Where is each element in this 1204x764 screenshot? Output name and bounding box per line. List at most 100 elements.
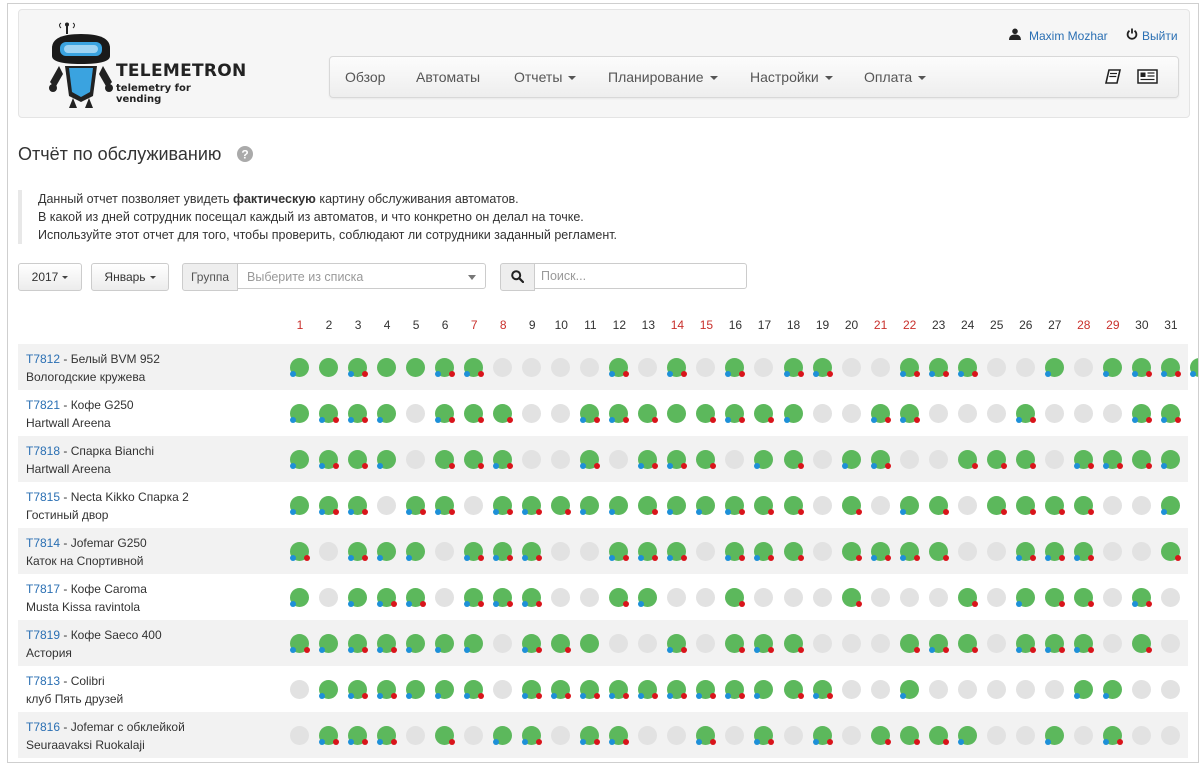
visit-indicator[interactable] [638, 588, 662, 612]
visit-indicator[interactable] [1160, 450, 1185, 474]
visit-indicator[interactable] [667, 358, 691, 382]
visit-indicator[interactable] [638, 450, 662, 474]
no-visit-indicator[interactable] [957, 496, 982, 520]
no-visit-indicator[interactable] [696, 634, 720, 658]
visit-indicator[interactable] [609, 404, 633, 428]
no-visit-indicator[interactable] [696, 358, 720, 382]
visit-indicator[interactable] [725, 542, 749, 566]
visit-indicator[interactable] [754, 680, 778, 704]
no-visit-indicator[interactable] [1015, 358, 1040, 382]
visit-indicator[interactable] [319, 680, 343, 704]
visit-indicator[interactable] [580, 680, 604, 704]
visit-indicator[interactable] [1015, 496, 1040, 520]
no-visit-indicator[interactable] [580, 358, 604, 382]
no-visit-indicator[interactable] [957, 404, 982, 428]
no-visit-indicator[interactable] [551, 450, 575, 474]
visit-indicator[interactable] [928, 726, 953, 750]
no-visit-indicator[interactable] [551, 358, 575, 382]
visit-indicator[interactable] [638, 404, 662, 428]
no-visit-indicator[interactable] [1102, 496, 1127, 520]
no-visit-indicator[interactable] [725, 450, 749, 474]
visit-indicator[interactable] [899, 542, 924, 566]
no-visit-indicator[interactable] [290, 680, 314, 704]
visit-indicator[interactable] [406, 542, 430, 566]
machine-id-link[interactable]: T7812 [26, 352, 60, 366]
visit-indicator[interactable] [1073, 588, 1098, 612]
visit-indicator[interactable] [493, 404, 517, 428]
search-input[interactable] [534, 263, 747, 289]
no-visit-indicator[interactable] [638, 634, 662, 658]
visit-indicator[interactable] [725, 680, 749, 704]
visit-indicator[interactable] [667, 450, 691, 474]
visit-indicator[interactable] [1044, 588, 1069, 612]
no-visit-indicator[interactable] [435, 542, 459, 566]
visit-indicator[interactable] [1044, 634, 1069, 658]
visit-indicator[interactable] [580, 496, 604, 520]
visit-indicator[interactable] [464, 588, 488, 612]
no-visit-indicator[interactable] [1131, 496, 1156, 520]
visit-indicator[interactable] [841, 450, 866, 474]
visit-indicator[interactable] [435, 680, 459, 704]
nav-planning[interactable]: Планирование [608, 57, 718, 97]
no-visit-indicator[interactable] [725, 726, 749, 750]
visit-indicator[interactable] [290, 450, 314, 474]
no-visit-indicator[interactable] [754, 358, 778, 382]
no-visit-indicator[interactable] [667, 726, 691, 750]
visit-indicator[interactable] [928, 634, 953, 658]
no-visit-indicator[interactable] [841, 404, 866, 428]
no-visit-indicator[interactable] [1160, 680, 1185, 704]
visit-indicator[interactable] [435, 404, 459, 428]
no-visit-indicator[interactable] [551, 588, 575, 612]
no-visit-indicator[interactable] [493, 680, 517, 704]
machine-id-link[interactable]: T7819 [26, 628, 60, 642]
visit-indicator[interactable] [319, 358, 343, 382]
visit-indicator[interactable] [522, 726, 546, 750]
no-visit-indicator[interactable] [928, 588, 953, 612]
search-button[interactable] [500, 263, 535, 291]
visit-indicator[interactable] [319, 634, 343, 658]
visit-indicator[interactable] [1073, 450, 1098, 474]
visit-indicator[interactable] [1102, 358, 1127, 382]
no-visit-indicator[interactable] [696, 588, 720, 612]
visit-indicator[interactable] [1102, 726, 1127, 750]
no-visit-indicator[interactable] [1015, 680, 1040, 704]
visit-indicator[interactable] [1044, 358, 1069, 382]
no-visit-indicator[interactable] [1102, 404, 1127, 428]
no-visit-indicator[interactable] [841, 358, 866, 382]
visit-indicator[interactable] [812, 680, 837, 704]
no-visit-indicator[interactable] [986, 404, 1011, 428]
newspaper-icon[interactable] [1137, 69, 1158, 87]
visit-indicator[interactable] [783, 542, 808, 566]
visit-indicator[interactable] [319, 496, 343, 520]
visit-indicator[interactable] [551, 680, 575, 704]
visit-indicator[interactable] [986, 496, 1011, 520]
visit-indicator[interactable] [899, 634, 924, 658]
no-visit-indicator[interactable] [406, 404, 430, 428]
visit-indicator[interactable] [899, 680, 924, 704]
visit-indicator[interactable] [348, 450, 372, 474]
no-visit-indicator[interactable] [1073, 726, 1098, 750]
visit-indicator[interactable] [812, 358, 837, 382]
visit-indicator[interactable] [783, 358, 808, 382]
no-visit-indicator[interactable] [522, 358, 546, 382]
visit-indicator[interactable] [348, 634, 372, 658]
no-visit-indicator[interactable] [551, 726, 575, 750]
visit-indicator[interactable] [986, 450, 1011, 474]
visit-indicator[interactable] [928, 496, 953, 520]
visit-indicator[interactable] [957, 634, 982, 658]
visit-indicator[interactable] [1015, 634, 1040, 658]
visit-indicator[interactable] [609, 588, 633, 612]
visit-indicator[interactable] [464, 450, 488, 474]
visit-indicator[interactable] [290, 542, 314, 566]
no-visit-indicator[interactable] [812, 496, 837, 520]
visit-indicator[interactable] [696, 680, 720, 704]
visit-indicator[interactable] [841, 588, 866, 612]
visit-indicator[interactable] [580, 404, 604, 428]
no-visit-indicator[interactable] [1160, 726, 1185, 750]
visit-indicator[interactable] [1160, 542, 1185, 566]
visit-indicator[interactable] [1073, 634, 1098, 658]
visit-indicator[interactable] [1102, 450, 1127, 474]
year-dropdown[interactable]: 2017 [18, 263, 82, 291]
visit-indicator[interactable] [377, 542, 401, 566]
visit-indicator[interactable] [667, 634, 691, 658]
